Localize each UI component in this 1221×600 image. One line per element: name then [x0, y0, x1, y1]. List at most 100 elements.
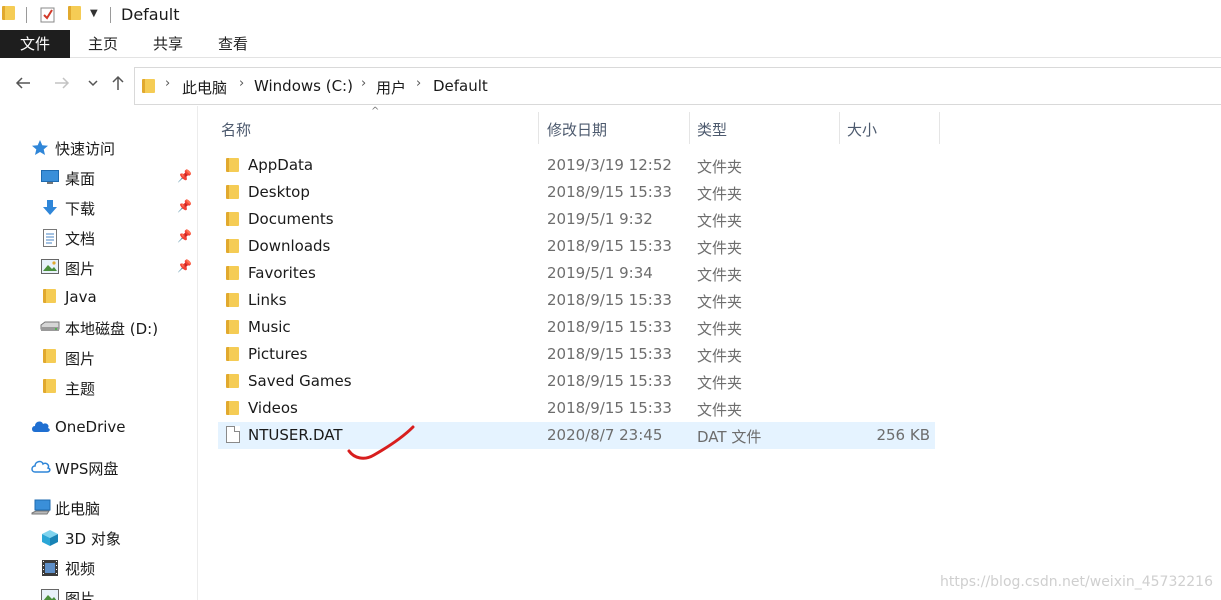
sidebar-item-wps-drive[interactable]: WPS网盘 — [0, 453, 198, 481]
file-type: 文件夹 — [697, 239, 743, 257]
table-row[interactable]: Music 2018/9/15 15:33 文件夹 — [218, 314, 935, 341]
file-date-modified: 2020/8/7 23:45 — [547, 426, 663, 444]
sidebar-item-videos[interactable]: 视频 — [0, 553, 198, 581]
sidebar-item-label: 快速访问 — [55, 140, 116, 158]
breadcrumb-users[interactable]: 用户 — [376, 77, 406, 98]
sidebar-item-3d-objects[interactable]: 3D 对象 — [0, 523, 198, 551]
pin-icon[interactable]: 📌 — [177, 229, 192, 243]
sidebar-item-downloads[interactable]: 下载 📌 — [0, 193, 198, 221]
annotation-checkmark — [347, 425, 415, 460]
tab-view[interactable]: 查看 — [216, 30, 250, 58]
folder-icon — [142, 79, 155, 97]
table-row[interactable]: Downloads 2018/9/15 15:33 文件夹 — [218, 233, 935, 260]
sidebar-item-quick-access[interactable]: 快速访问 — [0, 133, 198, 161]
file-size: 256 KB — [876, 426, 930, 444]
table-row[interactable]: Links 2018/9/15 15:33 文件夹 — [218, 287, 935, 314]
forward-arrow-icon[interactable] — [51, 74, 73, 96]
sidebar-item-label: 图片 — [65, 350, 96, 368]
file-date-modified: 2019/5/1 9:32 — [547, 210, 653, 228]
window-title: Default — [121, 5, 180, 24]
file-date-modified: 2018/9/15 15:33 — [547, 318, 672, 336]
sidebar-item-documents[interactable]: 文档 📌 — [0, 223, 198, 251]
document-icon — [42, 229, 60, 247]
table-row[interactable]: Videos 2018/9/15 15:33 文件夹 — [218, 395, 935, 422]
file-name: Saved Games — [248, 372, 352, 390]
title-bar: ▼ Default — [0, 0, 1221, 30]
cube-icon — [41, 529, 59, 546]
table-row[interactable]: Desktop 2018/9/15 15:33 文件夹 — [218, 179, 935, 206]
breadcrumb-windows-c[interactable]: Windows (C:) — [254, 77, 353, 95]
tab-home[interactable]: 主页 — [86, 30, 120, 58]
file-icon — [226, 426, 240, 447]
sidebar-item-pictures-folder[interactable]: 图片 — [0, 343, 198, 371]
folder-icon — [226, 158, 239, 176]
recent-locations-chevron-icon[interactable] — [82, 74, 104, 96]
table-row[interactable]: Favorites 2019/5/1 9:34 文件夹 — [218, 260, 935, 287]
column-header-size[interactable]: 大小 — [840, 108, 939, 144]
picture-icon — [41, 259, 59, 275]
table-row[interactable]: Saved Games 2018/9/15 15:33 文件夹 — [218, 368, 935, 395]
chevron-right-icon[interactable]: › — [239, 76, 244, 91]
file-date-modified: 2019/3/19 12:52 — [547, 156, 672, 174]
file-name: Music — [248, 318, 291, 336]
sidebar-item-this-pc[interactable]: 此电脑 — [0, 493, 198, 521]
file-type: DAT 文件 — [697, 428, 762, 446]
sidebar-item-label: Java — [65, 288, 97, 306]
column-header-name[interactable]: 名称 — [218, 108, 538, 144]
pin-icon[interactable]: 📌 — [177, 259, 192, 273]
sidebar-item-pictures-pc[interactable]: 图片 — [0, 583, 198, 600]
sidebar-item-onedrive[interactable]: OneDrive — [0, 413, 198, 441]
sidebar-item-label: 桌面 — [65, 170, 96, 188]
file-type: 文件夹 — [697, 347, 743, 365]
sidebar-item-pictures[interactable]: 图片 📌 — [0, 253, 198, 281]
sidebar-item-label: 本地磁盘 (D:) — [65, 320, 159, 338]
breadcrumb-default[interactable]: Default — [433, 77, 488, 95]
file-name: NTUSER.DAT — [248, 426, 343, 444]
chevron-right-icon[interactable]: › — [165, 76, 170, 91]
sidebar-item-label: 此电脑 — [55, 500, 101, 518]
download-icon — [41, 199, 59, 215]
sidebar-item-desktop[interactable]: 桌面 📌 — [0, 163, 198, 191]
table-row[interactable]: Pictures 2018/9/15 15:33 文件夹 — [218, 341, 935, 368]
ribbon-tabs: 文件 主页 共享 查看 — [0, 30, 1221, 58]
sidebar-item-label: 下载 — [65, 200, 96, 218]
column-header-date[interactable]: 修改日期 — [539, 108, 689, 144]
sidebar-item-java[interactable]: Java — [0, 283, 198, 311]
tab-file[interactable]: 文件 — [0, 30, 70, 58]
sidebar-item-label: 3D 对象 — [65, 530, 121, 548]
breadcrumb-this-pc[interactable]: 此电脑 — [182, 77, 227, 98]
folder-icon — [226, 401, 239, 419]
table-row[interactable]: Documents 2019/5/1 9:32 文件夹 — [218, 206, 935, 233]
chevron-right-icon[interactable]: › — [416, 76, 421, 91]
folder-icon — [226, 239, 239, 257]
file-name: Pictures — [248, 345, 308, 363]
pin-icon[interactable]: 📌 — [177, 199, 192, 213]
folder-icon — [226, 266, 239, 284]
address-bar[interactable]: › 此电脑 › Windows (C:) › 用户 › Default — [134, 67, 1221, 105]
file-type: 文件夹 — [697, 185, 743, 203]
table-row[interactable]: NTUSER.DAT 2020/8/7 23:45 DAT 文件 256 KB — [218, 422, 935, 449]
tab-share[interactable]: 共享 — [151, 30, 185, 58]
pin-icon[interactable]: 📌 — [177, 169, 192, 183]
folder-icon — [226, 212, 239, 230]
back-arrow-icon[interactable] — [12, 74, 34, 96]
file-type: 文件夹 — [697, 320, 743, 338]
customize-toolbar-dropdown-icon[interactable]: ▼ — [90, 8, 98, 19]
column-header-type[interactable]: 类型 — [690, 108, 839, 144]
up-arrow-icon[interactable] — [107, 74, 129, 96]
properties-checkbox-icon[interactable] — [40, 6, 56, 23]
table-row[interactable]: AppData 2019/3/19 12:52 文件夹 — [218, 152, 935, 179]
file-type: 文件夹 — [697, 158, 743, 176]
column-divider[interactable] — [939, 112, 940, 144]
file-date-modified: 2018/9/15 15:33 — [547, 345, 672, 363]
sidebar-item-local-disk-d[interactable]: 本地磁盘 (D:) — [0, 313, 198, 341]
file-name: Documents — [248, 210, 334, 228]
star-icon — [31, 139, 49, 155]
chevron-right-icon[interactable]: › — [361, 76, 366, 91]
file-name: Desktop — [248, 183, 310, 201]
new-folder-icon[interactable] — [68, 6, 81, 20]
sidebar-item-themes[interactable]: 主题 — [0, 373, 198, 401]
sidebar-item-label: 图片 — [65, 590, 96, 600]
watermark: https://blog.csdn.net/weixin_45732216 — [939, 574, 1213, 590]
file-type: 文件夹 — [697, 293, 743, 311]
